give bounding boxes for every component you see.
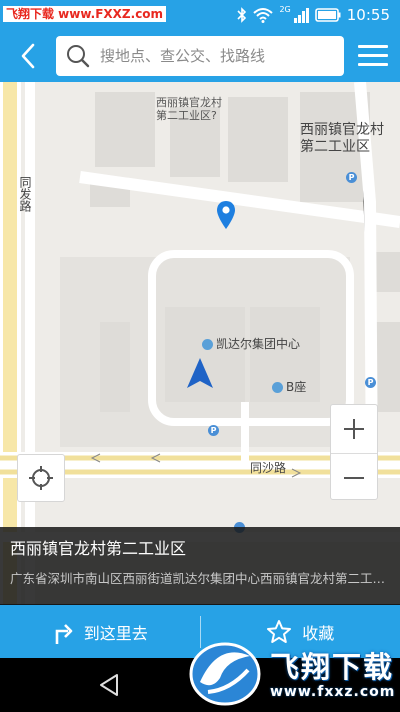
place-address: 广东省深圳市南山区西丽街道凯达尔集团中心西丽镇官龙村第二工业区 — [10, 571, 390, 586]
status-bar: 飞翔下载 www.FXXZ.com 2G 10:55 — [0, 0, 400, 30]
poi-building-center[interactable]: 凯达尔集团中心 — [202, 338, 300, 351]
location-pin-icon[interactable] — [216, 200, 236, 230]
zoom-control — [330, 404, 378, 500]
bluetooth-icon — [237, 7, 247, 23]
search-icon — [67, 45, 90, 68]
watermark-emblem-icon — [189, 642, 261, 706]
locate-button[interactable] — [17, 454, 65, 502]
status-icons: 2G 10:55 — [237, 5, 390, 25]
zoom-in-button[interactable] — [331, 405, 377, 453]
go-here-button[interactable]: 到这里去 — [0, 605, 200, 658]
map-background — [0, 82, 400, 604]
signal-icon — [293, 8, 309, 23]
poi-marker[interactable]: P — [365, 377, 376, 388]
back-button[interactable] — [10, 38, 46, 74]
minus-icon — [344, 476, 364, 479]
navigation-arrow-icon — [187, 358, 213, 388]
map-label-area-big: 西丽镇官龙村 第二工业区 — [300, 122, 384, 155]
battery-icon — [314, 8, 341, 22]
back-arrow-icon — [21, 43, 35, 69]
watermark-banner: 飞翔下载 www.FXXZ.com — [3, 6, 167, 22]
clock: 10:55 — [346, 6, 390, 24]
watermark-text: 飞翔下载 — [270, 650, 395, 684]
poi-marker[interactable]: P — [208, 425, 219, 436]
zoom-out-button[interactable] — [331, 453, 377, 501]
building-icon — [202, 339, 213, 350]
search-box[interactable] — [56, 36, 344, 76]
plus-icon — [344, 419, 364, 439]
network-type-label: 2G — [279, 4, 291, 14]
menu-icon-bar — [358, 62, 388, 66]
place-info-panel[interactable]: 西丽镇官龙村第二工业区 广东省深圳市南山区西丽街道凯达尔集团中心西丽镇官龙村第二… — [0, 527, 400, 605]
road-label-tongsha: 同沙路 — [250, 461, 287, 475]
map-view[interactable]: 西丽镇官龙村 第二工业区? 西丽镇官龙村 第二工业区 同发路 同沙路 P P P… — [0, 82, 400, 604]
go-here-label: 到这里去 — [83, 623, 148, 643]
menu-icon-bar — [358, 44, 388, 48]
poi-marker[interactable]: P — [346, 172, 357, 183]
route-arrow-icon — [55, 623, 73, 644]
watermark-logo: 飞翔下载 www.fxxz.com — [186, 624, 398, 710]
crosshair-icon — [29, 466, 53, 490]
place-title: 西丽镇官龙村第二工业区 — [10, 539, 187, 558]
watermark-url: www.fxxz.com — [270, 684, 396, 700]
menu-button[interactable] — [358, 40, 388, 70]
poi-building-b[interactable]: B座 — [272, 381, 306, 394]
map-label-area-small: 西丽镇官龙村 第二工业区? — [156, 96, 222, 122]
road-label-tongfa: 同发路 — [18, 176, 32, 212]
top-bar — [0, 30, 400, 82]
nav-back-icon[interactable] — [98, 673, 120, 697]
menu-icon-bar — [358, 53, 388, 57]
building-icon — [272, 382, 283, 393]
search-input[interactable] — [100, 47, 320, 65]
wifi-icon — [253, 8, 274, 23]
